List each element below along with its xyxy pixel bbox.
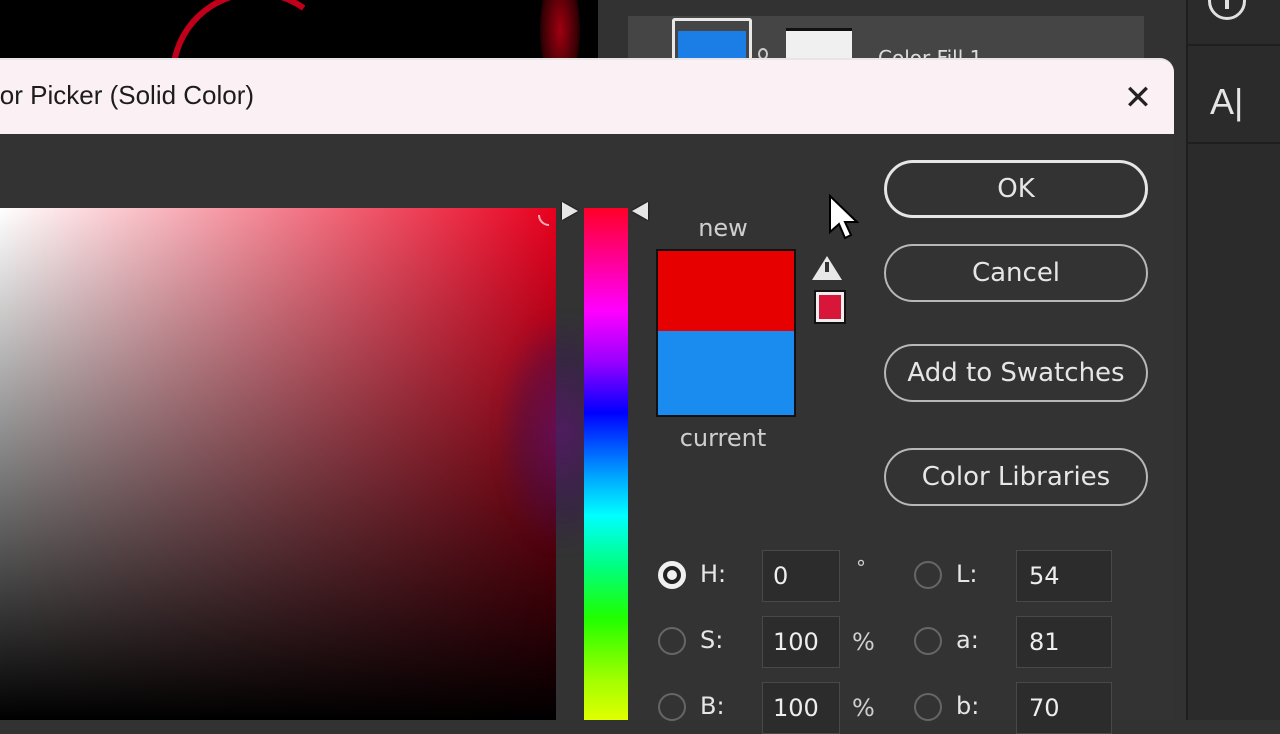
canvas-artwork-glow — [540, 0, 580, 60]
color-libraries-button[interactable]: Color Libraries — [884, 448, 1148, 506]
hue-slider[interactable] — [584, 208, 628, 720]
new-color-swatch[interactable] — [658, 251, 794, 332]
panel-divider — [1188, 142, 1280, 144]
b-field[interactable]: 100 — [762, 682, 840, 734]
current-color-swatch[interactable] — [658, 331, 794, 415]
blur-artifact — [500, 318, 590, 548]
hue-slider-handle-left[interactable] — [562, 202, 578, 220]
color-preview — [656, 249, 796, 417]
label-h: H: — [700, 560, 727, 588]
lab-b-field[interactable]: 70 — [1016, 682, 1112, 734]
panel-divider — [1188, 44, 1280, 46]
radio-lab-b[interactable] — [914, 693, 942, 721]
dialog-titlebar[interactable]: lor Picker (Solid Color) ✕ — [0, 58, 1174, 134]
radio-l[interactable] — [914, 561, 942, 589]
label-s: S: — [700, 626, 724, 654]
warning-triangle-icon[interactable] — [812, 256, 842, 280]
saturation-brightness-field[interactable] — [0, 208, 556, 720]
cancel-button[interactable]: Cancel — [884, 244, 1148, 302]
ok-button[interactable]: OK — [884, 160, 1148, 218]
h-field[interactable]: 0 — [762, 550, 840, 602]
label-a: a: — [956, 626, 979, 654]
radio-b[interactable] — [658, 693, 686, 721]
close-button[interactable]: ✕ — [1118, 78, 1158, 118]
radio-h[interactable] — [658, 561, 686, 589]
gamut-corrected-swatch[interactable] — [814, 290, 846, 324]
current-color-label: current — [679, 424, 767, 452]
l-field[interactable]: 54 — [1016, 550, 1112, 602]
hue-slider-handle-right[interactable] — [632, 202, 648, 220]
radio-s[interactable] — [658, 627, 686, 655]
s-field[interactable]: 100 — [762, 616, 840, 668]
label-b: B: — [700, 692, 725, 720]
mouse-cursor-icon — [829, 194, 860, 240]
label-lab-b: b: — [956, 692, 980, 720]
layer-fill-thumbnail[interactable] — [672, 18, 752, 60]
radio-a[interactable] — [914, 627, 942, 655]
percent-unit: % — [852, 694, 875, 722]
a-field[interactable]: 81 — [1016, 616, 1112, 668]
canvas-artwork-arc — [156, 0, 356, 60]
add-to-swatches-button[interactable]: Add to Swatches — [884, 344, 1148, 402]
character-icon[interactable]: A| — [1210, 82, 1243, 122]
new-color-label: new — [698, 214, 748, 242]
color-picker-dialog: lor Picker (Solid Color) ✕ new current O… — [0, 58, 1174, 734]
degree-unit: ° — [856, 556, 866, 580]
label-l: L: — [956, 560, 978, 588]
document-canvas — [0, 0, 598, 60]
dialog-title: lor Picker (Solid Color) — [0, 80, 255, 110]
percent-unit: % — [852, 628, 875, 656]
layer-fill-color — [678, 31, 746, 60]
